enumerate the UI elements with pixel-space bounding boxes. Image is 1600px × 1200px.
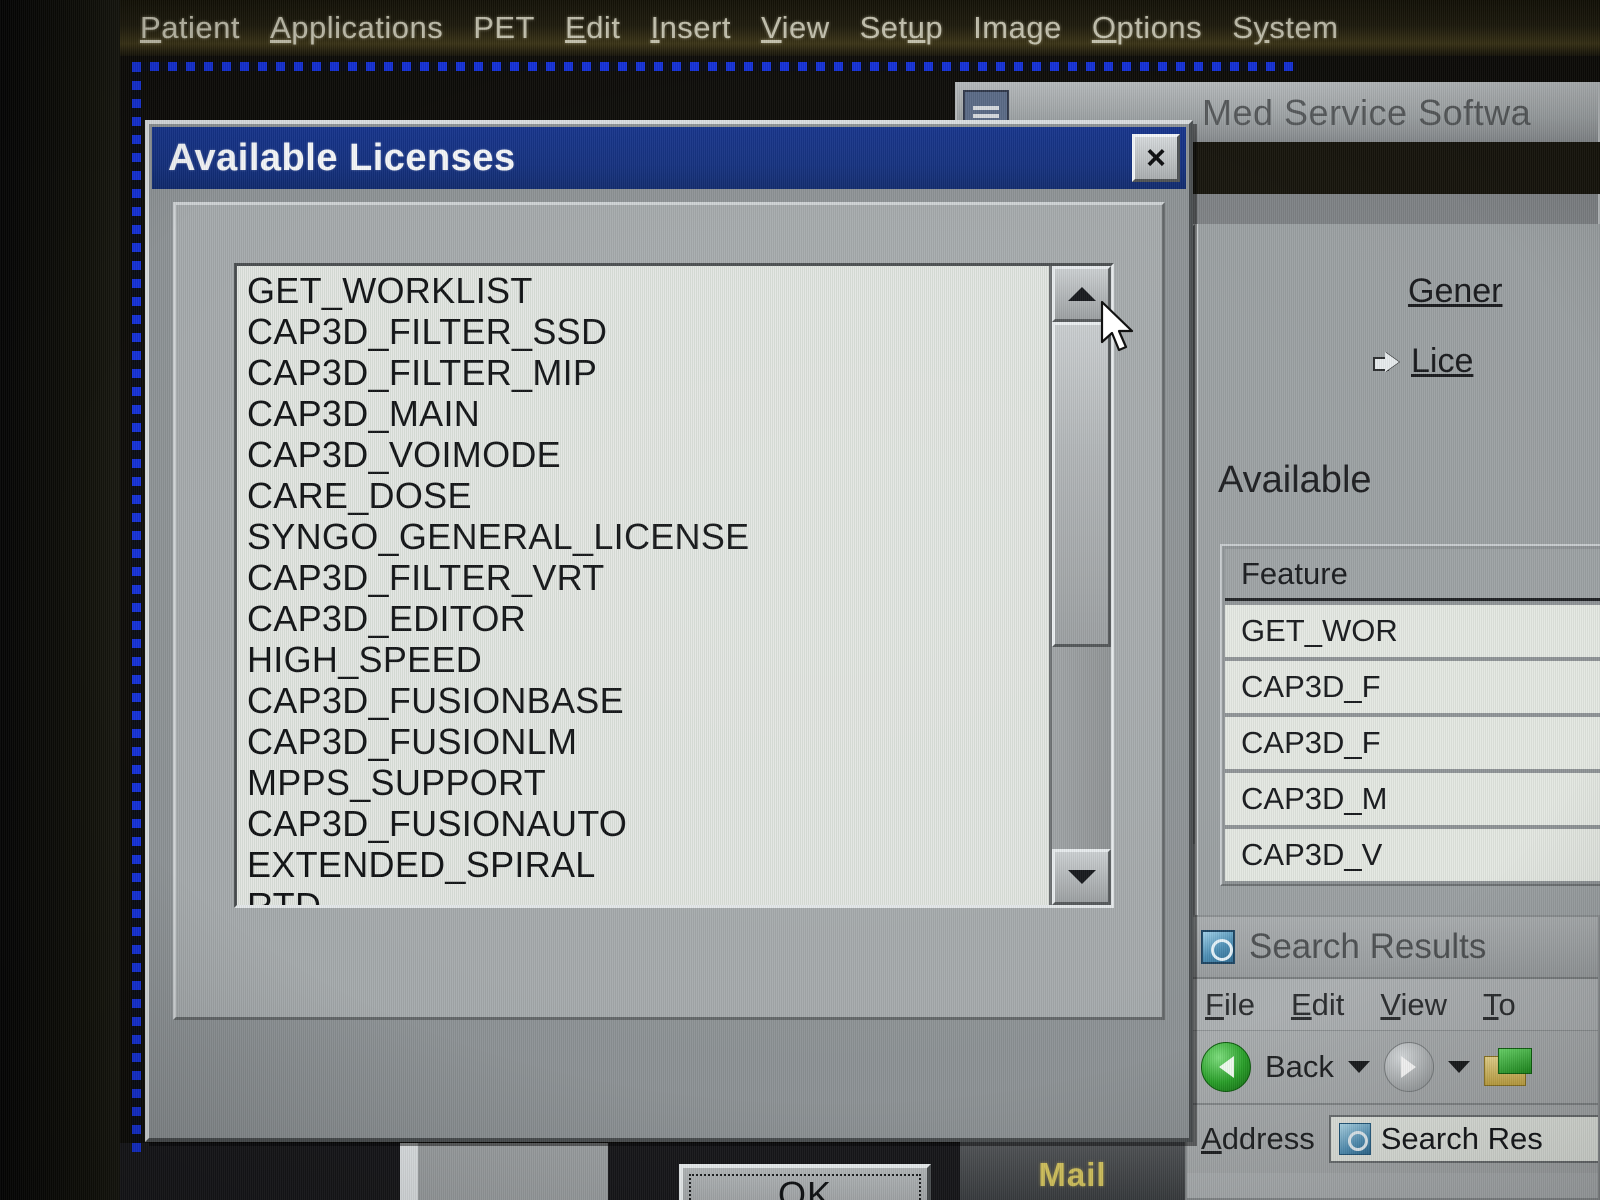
dialog-body: GET_WORKLIST CAP3D_FILTER_SSD CAP3D_FILT…: [173, 202, 1165, 1020]
table-row[interactable]: CAP3D_V: [1225, 829, 1600, 881]
scroll-up-arrow-icon: [1067, 287, 1096, 301]
list-item[interactable]: HIGH_SPEED: [247, 639, 1049, 680]
menu-insert[interactable]: Insert: [650, 10, 731, 46]
arrow-right-icon: [1401, 1056, 1417, 1078]
folder-icon[interactable]: [1483, 1048, 1532, 1086]
menu-system[interactable]: System: [1232, 10, 1338, 46]
bottom-panel-grey: [418, 1143, 608, 1200]
scroll-up-button[interactable]: [1052, 266, 1111, 322]
table-row[interactable]: CAP3D_F: [1225, 661, 1600, 713]
feature-cell: CAP3D_F: [1241, 725, 1381, 760]
scrollbar-track[interactable]: [1052, 322, 1111, 849]
list-item[interactable]: CAP3D_MAIN: [247, 393, 1049, 434]
table-row[interactable]: GET_WOR: [1225, 605, 1600, 657]
monitor-bezel-left: [0, 0, 120, 1200]
forward-arrow-icon[interactable]: [1383, 1042, 1434, 1092]
chevron-down-icon[interactable]: [1447, 1061, 1470, 1073]
arrow-left-icon: [1218, 1056, 1234, 1078]
ok-button[interactable]: OK: [679, 1164, 931, 1200]
search-document-icon: [1201, 930, 1235, 964]
ok-focus-ring: OK: [689, 1174, 921, 1200]
list-item[interactable]: CAP3D_FILTER_VRT: [247, 557, 1049, 598]
license-link-row[interactable]: Lice: [1373, 342, 1473, 381]
list-item[interactable]: CAP3D_VOIMODE: [247, 434, 1049, 475]
feature-column-header: Feature: [1241, 555, 1348, 591]
chevron-down-icon[interactable]: [1347, 1061, 1370, 1073]
search-results-toolbar[interactable]: Back: [1187, 1031, 1598, 1105]
search-results-window[interactable]: Search Results File Edit View To Back Ad…: [1185, 915, 1600, 1200]
menu-options[interactable]: Options: [1092, 10, 1202, 46]
search-results-title: Search Results: [1249, 927, 1487, 966]
page-title: Available Licenses: [168, 136, 516, 179]
list-item[interactable]: CAP3D_FUSIONBASE: [247, 680, 1049, 721]
menu-pet[interactable]: PET: [473, 10, 535, 46]
list-item[interactable]: CAP3D_FUSIONAUTO: [247, 803, 1049, 844]
list-item[interactable]: MPPS_SUPPORT: [247, 762, 1049, 803]
list-item[interactable]: CAP3D_FILTER_SSD: [247, 311, 1049, 352]
dialog-titlebar[interactable]: Available Licenses ×: [152, 127, 1186, 189]
list-item[interactable]: GET_WORKLIST: [247, 270, 1049, 311]
available-licenses-dialog[interactable]: Available Licenses × GET_WORKLIST CAP3D_…: [145, 120, 1193, 1200]
menu-view[interactable]: View: [1380, 987, 1447, 1023]
arrow-right-icon: [1373, 352, 1399, 372]
scroll-down-arrow-icon: [1067, 870, 1096, 884]
list-item[interactable]: EXTENDED_SPIRAL: [247, 844, 1049, 885]
license-link[interactable]: Lice: [1411, 342, 1473, 381]
list-item[interactable]: RTD: [247, 885, 1049, 905]
menu-file[interactable]: File: [1205, 987, 1255, 1023]
menu-patient[interactable]: Patient: [140, 10, 240, 46]
feature-table-header: Feature: [1225, 549, 1600, 601]
license-list-scrollbar[interactable]: [1049, 266, 1111, 905]
address-label: Address: [1201, 1121, 1315, 1156]
list-item[interactable]: CAP3D_FUSIONLM: [247, 721, 1049, 762]
address-bar[interactable]: Address Search Res: [1187, 1105, 1598, 1173]
feature-table[interactable]: Feature GET_WOR CAP3D_F CAP3D_F CAP3D_M …: [1220, 544, 1600, 886]
license-listbox[interactable]: GET_WORKLIST CAP3D_FILTER_SSD CAP3D_FILT…: [234, 263, 1114, 908]
menu-image[interactable]: Image: [973, 10, 1062, 46]
back-button-label[interactable]: Back: [1265, 1049, 1334, 1085]
med-window-title: Med Service Softwa: [1202, 92, 1532, 133]
scroll-down-button[interactable]: [1052, 849, 1111, 905]
feature-cell: CAP3D_F: [1241, 669, 1381, 704]
bottom-panel-light: [400, 1143, 418, 1200]
license-list[interactable]: GET_WORKLIST CAP3D_FILTER_SSD CAP3D_FILT…: [237, 266, 1049, 905]
menu-view[interactable]: View: [761, 10, 830, 46]
med-window-right-panel: Gener Lice Available Feature GET_WOR CAP…: [1195, 224, 1600, 1104]
menu-applications[interactable]: Applications: [270, 10, 443, 46]
list-item[interactable]: CAP3D_FILTER_MIP: [247, 352, 1049, 393]
feature-cell: CAP3D_V: [1241, 837, 1383, 872]
search-results-titlebar[interactable]: Search Results: [1187, 917, 1598, 979]
scrollbar-thumb[interactable]: [1052, 322, 1111, 647]
address-input[interactable]: Search Res: [1328, 1115, 1598, 1163]
general-link[interactable]: Gener: [1408, 272, 1503, 311]
table-row[interactable]: CAP3D_F: [1225, 717, 1600, 769]
menu-edit[interactable]: Edit: [1291, 987, 1344, 1023]
ok-button-label: OK: [777, 1174, 832, 1200]
menu-tools[interactable]: To: [1483, 987, 1516, 1023]
feature-cell: GET_WOR: [1241, 613, 1398, 648]
address-document-icon: [1338, 1123, 1371, 1155]
menu-edit[interactable]: Edit: [565, 10, 620, 46]
table-row[interactable]: CAP3D_M: [1225, 773, 1600, 825]
mail-label: Mail: [1038, 1156, 1107, 1193]
back-arrow-icon[interactable]: [1201, 1042, 1251, 1092]
search-results-menubar[interactable]: File Edit View To: [1187, 979, 1598, 1031]
available-heading: Available: [1218, 459, 1372, 501]
crt-screen: Med Service Softwa tions st N n pe Gener…: [0, 0, 1600, 1200]
list-item[interactable]: SYNGO_GENERAL_LICENSE: [247, 516, 1049, 557]
address-value: Search Res: [1380, 1121, 1543, 1156]
list-item[interactable]: CARE_DOSE: [247, 475, 1049, 516]
list-item[interactable]: CAP3D_EDITOR: [247, 598, 1049, 639]
application-menubar[interactable]: Patient Applications PET Edit Insert Vie…: [118, 0, 1600, 56]
menu-setup[interactable]: Setup: [860, 10, 944, 46]
feature-cell: CAP3D_M: [1241, 781, 1388, 816]
close-icon[interactable]: ×: [1132, 134, 1180, 182]
